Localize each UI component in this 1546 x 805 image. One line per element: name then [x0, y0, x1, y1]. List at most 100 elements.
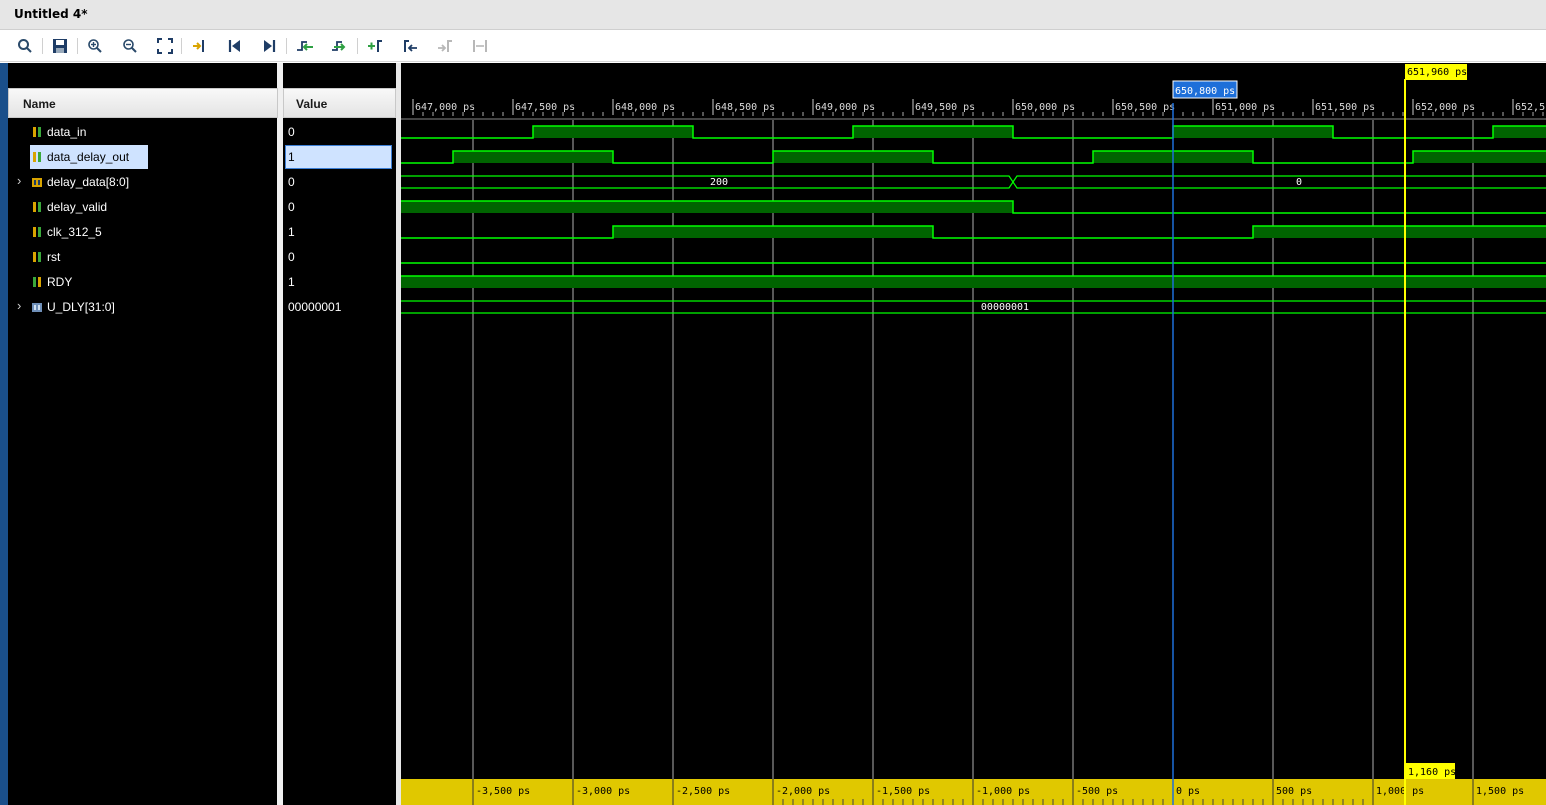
signal-row[interactable]: clk_312_5 — [8, 221, 278, 243]
window-title: Untitled 4* — [14, 7, 88, 21]
toolbar-separator — [286, 38, 287, 54]
window-title-bar: Untitled 4* — [0, 0, 1546, 30]
ruler-relative-label: -1,500 ps — [876, 786, 930, 797]
yellow-cursor-label: 651,960 ps — [1407, 67, 1467, 78]
delta-time-label: 1,160 ps — [1408, 767, 1456, 778]
bus-icon — [31, 176, 43, 188]
ruler-relative-label: -500 ps — [1076, 786, 1118, 797]
ruler-relative-label: 500 ps — [1276, 786, 1312, 797]
zoom-in-icon[interactable] — [84, 36, 106, 56]
bus-value-label: 200 — [710, 177, 728, 188]
signal-row[interactable]: › delay_data[8:0] — [8, 171, 278, 193]
ruler-time-label: 649,000 ps — [815, 102, 875, 113]
go-to-last-time-icon[interactable] — [258, 36, 280, 56]
wave-data-delay-out-high-fill — [1413, 151, 1546, 163]
signal-name: data_delay_out — [47, 150, 130, 164]
blue-cursor-label: 650,800 ps — [1175, 86, 1235, 97]
ruler-time-label: 648,500 ps — [715, 102, 775, 113]
ruler-time-label: 648,000 ps — [615, 102, 675, 113]
next-marker-icon[interactable] — [434, 36, 456, 56]
toolbar-separator — [357, 38, 358, 54]
signal-row[interactable]: rst — [8, 246, 278, 268]
toolbar-separator — [77, 38, 78, 54]
ruler-relative-label: -2,500 ps — [676, 786, 730, 797]
signal-name: data_in — [47, 125, 87, 139]
signal-row[interactable]: RDY — [8, 271, 278, 293]
expand-chevron-icon[interactable]: › — [17, 173, 21, 188]
wave-data-in-high-fill — [853, 126, 1013, 138]
ruler-relative-label: 1,500 ps — [1476, 786, 1524, 797]
wire-icon — [31, 201, 43, 213]
signal-value[interactable]: 0 — [288, 121, 295, 143]
signal-value-panel — [280, 63, 398, 805]
ruler-time-label: 647,500 ps — [515, 102, 575, 113]
bus-param-icon — [31, 301, 43, 313]
signal-value[interactable]: 0 — [288, 246, 295, 268]
signal-value[interactable]: 0 — [288, 171, 295, 193]
toolbar — [0, 30, 1546, 62]
ruler-time-label: 651,000 ps — [1215, 102, 1275, 113]
search-icon[interactable] — [14, 36, 36, 56]
signal-value[interactable]: 1 — [288, 221, 295, 243]
save-icon[interactable] — [49, 36, 71, 56]
ruler-relative-label: -2,000 ps — [776, 786, 830, 797]
signal-name: clk_312_5 — [47, 225, 102, 239]
wave-data-in-high-fill — [1493, 126, 1546, 138]
wire-icon — [31, 151, 43, 163]
bus-value-label: 0 — [1296, 177, 1302, 188]
signal-name: rst — [47, 250, 61, 264]
swap-cursors-icon[interactable] — [469, 36, 491, 56]
add-marker-icon[interactable] — [364, 36, 386, 56]
selected-value-highlight — [285, 145, 392, 169]
wave-data-delay-out-high-fill — [773, 151, 933, 163]
signal-value[interactable]: 1 — [288, 146, 295, 168]
signal-name: delay_data[8:0] — [47, 175, 130, 189]
zoom-fit-icon[interactable] — [154, 36, 176, 56]
ruler-time-label: 652,000 ps — [1415, 102, 1475, 113]
ruler-relative-label: 1,000 ps — [1376, 786, 1424, 797]
expand-chevron-icon[interactable]: › — [17, 298, 21, 313]
ruler-relative-label: -3,000 ps — [576, 786, 630, 797]
signal-name: delay_valid — [47, 200, 108, 214]
panel-left-edge — [0, 63, 8, 805]
signal-row[interactable]: delay_valid — [8, 196, 278, 218]
wave-delay-valid-high-fill — [401, 201, 1013, 213]
toolbar-separator — [42, 38, 43, 54]
wire-icon — [31, 251, 43, 263]
name-column-header[interactable]: Name — [8, 88, 278, 118]
signal-value[interactable]: 0 — [288, 196, 295, 218]
signal-row[interactable]: › U_DLY[31:0] — [8, 296, 278, 318]
ruler-time-label: 652,5 — [1515, 102, 1545, 113]
previous-transition-icon[interactable] — [294, 36, 316, 56]
waveform-canvas[interactable]: 647,000 ps 647,500 ps 648,000 ps 648,500 ps… — [401, 63, 1546, 805]
signal-value[interactable]: 1 — [288, 271, 295, 293]
wave-rdy-high-fill — [401, 276, 1546, 288]
output-wire-icon — [31, 276, 43, 288]
ruler-relative-label: 0 ps — [1176, 786, 1200, 797]
signal-row[interactable]: data_in — [8, 121, 278, 143]
ruler-relative-label: -1,000 ps — [976, 786, 1030, 797]
ruler-time-label: 651,500 ps — [1315, 102, 1375, 113]
go-to-time-zero-icon[interactable] — [224, 36, 246, 56]
ruler-time-label: 650,500 ps — [1115, 102, 1175, 113]
ruler-time-label: 650,000 ps — [1015, 102, 1075, 113]
ruler-relative-label: -3,500 ps — [476, 786, 530, 797]
toolbar-separator — [181, 38, 182, 54]
wave-data-in-high-fill — [533, 126, 693, 138]
value-column-header[interactable]: Value — [283, 88, 396, 118]
ruler-time-label: 647,000 ps — [415, 102, 475, 113]
signal-row[interactable]: data_delay_out — [8, 146, 278, 168]
next-transition-icon[interactable] — [329, 36, 351, 56]
previous-marker-icon[interactable] — [399, 36, 421, 56]
wire-icon — [31, 126, 43, 138]
signal-name: RDY — [47, 275, 73, 289]
zoom-out-icon[interactable] — [119, 36, 141, 56]
bus-value-label: 00000001 — [981, 302, 1029, 313]
go-to-cursor-icon[interactable] — [188, 36, 210, 56]
wave-clk-312-5-high-fill — [613, 226, 933, 238]
signal-name: U_DLY[31:0] — [47, 300, 115, 314]
wave-data-in-high-fill — [1173, 126, 1333, 138]
ruler-time-label: 649,500 ps — [915, 102, 975, 113]
wave-data-delay-out-high-fill — [453, 151, 613, 163]
signal-value[interactable]: 00000001 — [288, 296, 341, 318]
